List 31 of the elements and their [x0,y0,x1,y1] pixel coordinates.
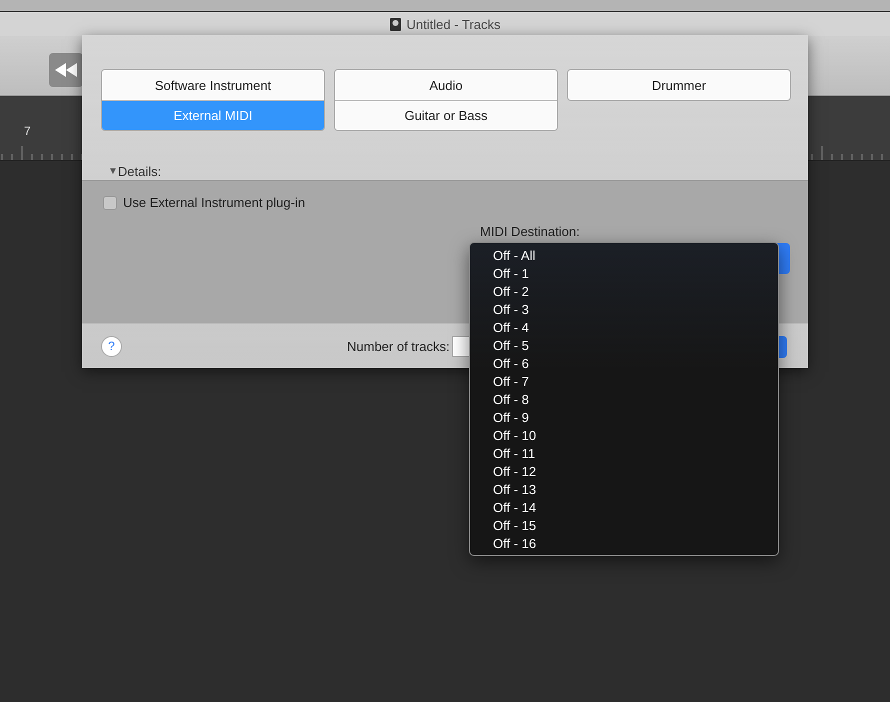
menu-item[interactable]: Off - 3 [470,301,778,319]
disclosure-triangle[interactable]: ▼ [108,166,118,176]
menu-item[interactable]: Off - 10 [470,427,778,445]
menu-item[interactable]: Off - 9 [470,409,778,427]
track-type-button[interactable]: Guitar or Bass [335,100,557,130]
checkbox[interactable] [103,196,117,210]
menu-item[interactable]: Off - 15 [470,517,778,535]
menu-item[interactable]: Off - 13 [470,481,778,499]
track-type-button[interactable]: Drummer [568,70,790,100]
menu-item[interactable]: Off - 2 [470,283,778,301]
checkbox-label: Use External Instrument plug-in [123,195,306,210]
help-button[interactable]: ? [101,336,122,356]
rewind-icon [55,62,77,76]
field-label: MIDI Destination: [480,224,580,239]
menu-item[interactable]: Off - 6 [470,355,778,373]
menu-item[interactable]: Off - 1 [470,265,778,283]
menu-item[interactable]: Off - 12 [470,463,778,481]
field-label: Number of tracks: [347,338,450,354]
menu-item[interactable]: Off - 16 [470,535,778,553]
menu-item[interactable]: Off - 4 [470,319,778,337]
menu-item[interactable]: Off - 8 [470,391,778,409]
window-title: Untitled - Tracks [406,16,500,32]
menu-item[interactable]: Off - 7 [470,373,778,391]
document-icon [390,18,401,30]
menu-item[interactable]: Off - 5 [470,337,778,355]
rewind-button[interactable] [49,52,83,86]
bar-number: 7 [24,124,31,138]
menu-item[interactable]: Off - All [470,247,778,265]
menu-item[interactable]: Off - 11 [470,445,778,463]
menu-item[interactable]: Off - 14 [470,499,778,517]
details-label: Details: [118,164,162,178]
